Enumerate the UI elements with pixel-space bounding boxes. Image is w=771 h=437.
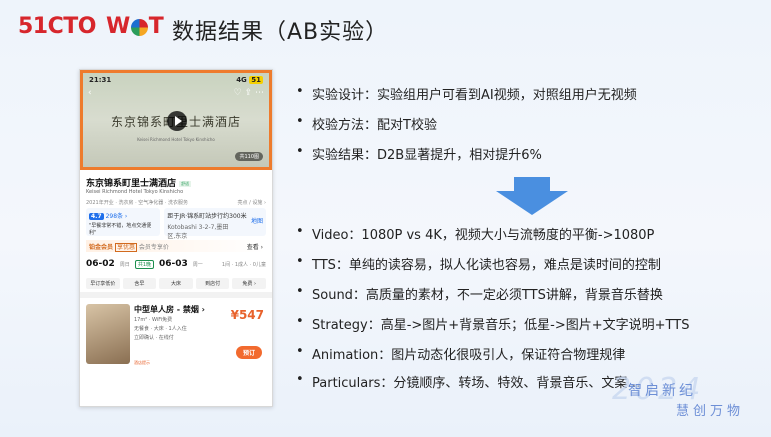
hotel-name: 东京锦系町里士满酒店 舒适 (86, 179, 192, 189)
room-price: ¥547 (230, 308, 264, 322)
bullet-design: 实验设计：实验组用户可看到AI视频，对照组用户无视频 (296, 84, 637, 103)
status-bar: 21:31 4G 51 (89, 76, 263, 84)
member-bar[interactable]: 铂金会员 享优惠 会员专享价 查看 › (86, 240, 266, 252)
filter-chip[interactable]: 早订享低价 (86, 278, 120, 289)
watermark-line2: 慧创万物 (676, 404, 745, 419)
bullet-animation: Animation：图片动态化很吸引人，保证符合物理规律 (296, 344, 625, 363)
review-quote: "早餐非常不错，地点交通便利" (89, 223, 152, 236)
room-filters: 早订享低价 含早 大床 到店付 免费 › (86, 278, 266, 289)
room-info: 17m² · WiFi免费 无餐食 · 大床 · 1人入住 立即确认 · 在线付 (134, 317, 187, 341)
room-card[interactable]: 中型单人房 - 禁烟 › 17m² · WiFi免费 无餐食 · 大床 · 1人… (80, 292, 272, 406)
bullet-sound: Sound：高质量的素材，不一定必须TTS讲解，背景音乐替换 (296, 284, 663, 303)
video-hotel-sub: Keisei Richmond Hotel Tokyo Kinshicho (137, 137, 215, 142)
bullet-method: 校验方法：配对T校验 (296, 114, 437, 133)
room-name: 中型单人房 - 禁烟 › (134, 305, 205, 314)
brand-51cto: 51CTO (18, 14, 96, 39)
rating-score: 4.7 (89, 213, 104, 220)
bullet-particulars: Particulars：分镜顺序、转场、特效、背景音乐、文案… (296, 372, 640, 391)
more-icon[interactable]: ⋯ (255, 88, 264, 98)
bullet-strategy: Strategy：高星->图片+背景音乐；低星->图片+文字说明+TTS (296, 314, 689, 333)
heart-icon[interactable]: ♡ (234, 88, 242, 98)
bullet-video: Video：1080P vs 4K，视频大小与流畅度的平衡->1080P (296, 224, 654, 243)
bullet-tts: TTS：单纯的读容易，拟人化读也容易，难点是读时间的控制 (296, 254, 661, 273)
phone-screenshot: 21:31 4G 51 ‹ ♡ ⇪ ⋯ 东京锦系町里士满酒店 Keisei Ri… (79, 69, 273, 407)
date-picker[interactable]: 06-02 周日 共1晚 06-03 周一 1间 · 1成人 · 0儿童 (86, 259, 266, 269)
hotel-english-name: Keisei Richmond Hotel Tokyo Kinshicho (86, 189, 184, 195)
slide-title: 数据结果（AB实验） (172, 20, 389, 45)
room-tip: 酒店提示 (134, 360, 150, 365)
brand-logo: 51CTO WT (18, 14, 164, 39)
share-icon[interactable]: ⇪ (245, 88, 253, 98)
rating-box[interactable]: 4.7 298条 › "早餐非常不错，地点交通便利" (86, 208, 161, 236)
header-actions: ♡ ⇪ ⋯ (234, 88, 264, 98)
video-header: ‹ ♡ ⇪ ⋯ (88, 88, 264, 98)
room-photo[interactable] (86, 304, 130, 364)
filter-chip[interactable]: 大床 (159, 278, 193, 289)
back-icon[interactable]: ‹ (88, 88, 92, 98)
facilities-link[interactable]: 亮点 / 设施 › (238, 199, 266, 206)
down-arrow-icon (496, 177, 568, 215)
filter-chip[interactable]: 免费 › (232, 278, 266, 289)
filter-chip[interactable]: 到店付 (195, 278, 230, 289)
bullet-result: 实验结果：D2B显著提升，相对提升6% (296, 144, 542, 163)
brand-wot: WT (105, 14, 164, 39)
hotel-meta: 2021年开业 · 洗衣房 · 空气净化器 · 洗衣服务 亮点 / 设施 › (86, 199, 266, 206)
review-count: 298条 › (105, 213, 128, 220)
watermark-line1: 智启新纪 (628, 383, 696, 399)
battery-icon: 51 (249, 76, 263, 84)
location-box[interactable]: 距于JR·锦系町站步行约300米 Kotobashi 3-2-7,墨田区,东京 … (164, 208, 266, 240)
map-icon[interactable]: 地图 (251, 216, 263, 225)
wot-o-icon (130, 19, 148, 36)
hotel-tag: 舒适 (179, 180, 192, 187)
rating-location: 4.7 298条 › "早餐非常不错，地点交通便利" 距于JR·锦系町站步行约3… (86, 208, 266, 240)
photo-count[interactable]: 共110图 (235, 152, 263, 161)
play-icon[interactable] (167, 111, 187, 131)
filter-chip[interactable]: 含早 (122, 278, 157, 289)
guest-selector: 1间 · 1成人 · 0儿童 (221, 261, 266, 268)
hotel-video[interactable]: 21:31 4G 51 ‹ ♡ ⇪ ⋯ 东京锦系町里士满酒店 Keisei Ri… (80, 70, 272, 170)
book-button[interactable]: 预订 (235, 346, 262, 359)
